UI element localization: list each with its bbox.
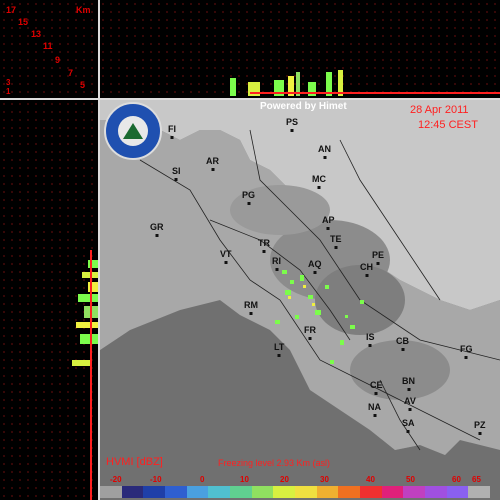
- color-scale-swatch: [208, 486, 231, 498]
- city-na: NA: [368, 402, 381, 412]
- city-vt: VT: [220, 249, 232, 259]
- color-scale-swatch: [316, 486, 339, 498]
- scale-tick-m20: -20: [110, 475, 122, 484]
- city-fi: FI: [168, 124, 176, 134]
- city-fr: FR: [304, 325, 316, 335]
- km-label-5: 5: [80, 80, 86, 90]
- color-scale-bar: [100, 486, 491, 498]
- freezing-level-label: Freezing level 2.93 Km (asl): [218, 458, 331, 468]
- radar-map: Powered by Himet 28 Apr 2011 12:45 CEST …: [100, 100, 500, 500]
- city-sa: SA: [402, 418, 415, 428]
- scale-tick-65: 65: [472, 475, 481, 484]
- city-lt: LT: [274, 342, 285, 352]
- city-tr: TR: [258, 238, 270, 248]
- city-mc: MC: [312, 174, 326, 184]
- km-label-3: 3: [6, 78, 11, 87]
- scale-tick-30: 30: [320, 475, 329, 484]
- scale-tick-60: 60: [452, 475, 461, 484]
- time-label: 12:45 CEST: [418, 119, 478, 131]
- city-pe: PE: [372, 250, 385, 260]
- city-si: SI: [172, 166, 181, 176]
- city-ri: RI: [272, 256, 281, 266]
- logo-emblem-icon: [118, 116, 148, 146]
- city-ar: AR: [206, 156, 219, 166]
- scale-tick-40: 40: [366, 475, 375, 484]
- km-label-17: 17: [6, 5, 17, 15]
- km-label-1: 1: [6, 87, 11, 96]
- city-is: IS: [366, 332, 375, 342]
- left-cross-section-echoes: [68, 260, 98, 380]
- city-cb: CB: [396, 336, 409, 346]
- city-pg: PG: [242, 190, 256, 200]
- city-av: AV: [404, 396, 416, 406]
- color-scale-swatch: [425, 486, 447, 498]
- color-scale-swatch: [381, 486, 404, 498]
- city-te: TE: [330, 234, 342, 244]
- city-an: AN: [318, 144, 331, 154]
- powered-by-label: Powered by Himet: [260, 101, 347, 112]
- km-label-7: 7: [68, 68, 74, 78]
- color-scale-swatch: [230, 486, 252, 498]
- city-ce: CE: [370, 380, 383, 390]
- color-scale-swatch: [273, 486, 296, 498]
- freezing-line-left: [90, 250, 92, 500]
- color-scale: [100, 486, 491, 498]
- product-label: HVMI [dBZ]: [106, 456, 163, 468]
- color-scale-swatch: [121, 486, 144, 498]
- color-scale-swatch: [446, 486, 469, 498]
- color-scale-swatch: [468, 486, 491, 498]
- color-scale-swatch: [186, 486, 209, 498]
- scale-tick-10: 10: [240, 475, 249, 484]
- city-ap: AP: [322, 215, 335, 225]
- color-scale-swatch: [165, 486, 187, 498]
- color-scale-swatch: [100, 486, 122, 498]
- scale-tick-0: 0: [200, 475, 205, 484]
- city-ps: PS: [286, 117, 299, 127]
- color-scale-swatch: [295, 486, 317, 498]
- date-label: 28 Apr 2011: [410, 104, 469, 116]
- city-fg: FG: [460, 344, 473, 354]
- km-label-13: 13: [31, 29, 42, 39]
- km-label-11: 11: [43, 41, 53, 51]
- city-pz: PZ: [474, 420, 486, 430]
- city-aq: AQ: [308, 259, 322, 269]
- scale-tick-50: 50: [406, 475, 415, 484]
- color-scale-swatch: [251, 486, 274, 498]
- freezing-line-top: [250, 92, 500, 94]
- city-bn: BN: [402, 376, 415, 386]
- color-scale-swatch: [360, 486, 382, 498]
- civil-protection-logo: [104, 102, 162, 160]
- city-rm: RM: [244, 300, 258, 310]
- color-scale-ticks: -20 -10 0 10 20 30 40 50 60 65: [100, 475, 500, 485]
- scale-tick-m10: -10: [150, 475, 162, 484]
- city-ch: CH: [360, 262, 373, 272]
- color-scale-swatch: [403, 486, 426, 498]
- scale-tick-20: 20: [280, 475, 289, 484]
- color-scale-swatch: [338, 486, 361, 498]
- city-gr: GR: [150, 222, 164, 232]
- km-unit: Km: [76, 5, 91, 15]
- map-svg: [100, 100, 500, 500]
- color-scale-swatch: [143, 486, 166, 498]
- km-label-9: 9: [55, 55, 61, 65]
- km-label-15: 15: [18, 17, 29, 27]
